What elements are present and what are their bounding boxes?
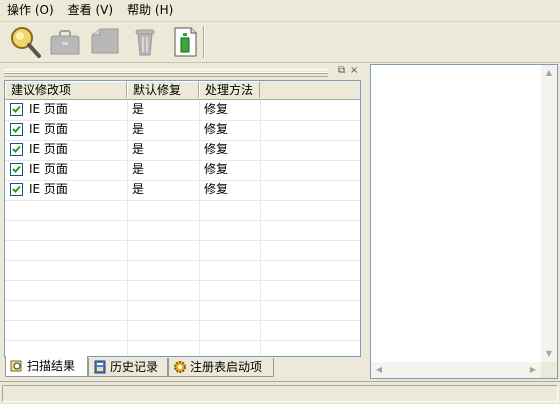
table-row (5, 340, 360, 356)
menu-help[interactable]: 帮助 (H) (120, 1, 180, 20)
status-pane (2, 385, 558, 402)
table-row (5, 240, 360, 261)
table-row[interactable]: IE 页面 是 修复 (5, 160, 360, 181)
table-row (5, 300, 360, 321)
table-row (5, 200, 360, 221)
tab-scan-results-label: 扫描结果 (27, 359, 76, 373)
menu-view-accel: (V) (95, 3, 114, 17)
tab-registry-startup[interactable]: 注册表启动项 (168, 358, 274, 377)
scroll-corner (541, 362, 557, 378)
table-row (5, 280, 360, 301)
scroll-left-icon[interactable]: ◀ (371, 362, 387, 378)
cell-default: 是 (132, 182, 145, 196)
header-default[interactable]: 默认修复 (127, 81, 199, 98)
menu-operation-label: 操作 (7, 3, 32, 17)
cell-item: IE 页面 (29, 142, 68, 156)
cell-default: 是 (132, 162, 145, 176)
panel-restore-icon[interactable]: ⧉ (338, 66, 345, 76)
repair-button[interactable] (48, 25, 82, 59)
tab-history-label: 历史记录 (110, 360, 159, 374)
cell-method: 修复 (204, 102, 229, 116)
menu-view[interactable]: 查看 (V) (61, 1, 120, 20)
cell-item: IE 页面 (29, 122, 68, 136)
cell-default: 是 (132, 102, 145, 116)
row-checkbox[interactable] (10, 143, 23, 156)
row-checkbox[interactable] (10, 103, 23, 116)
panel-close-icon[interactable]: × (350, 66, 358, 76)
cell-item: IE 页面 (29, 102, 68, 116)
cell-item: IE 页面 (29, 182, 68, 196)
checkmark-icon (12, 185, 21, 193)
cell-method: 修复 (204, 182, 229, 196)
tab-registry-startup-label: 注册表启动项 (190, 360, 263, 374)
menu-view-label: 查看 (67, 3, 92, 17)
cell-default: 是 (132, 142, 145, 156)
horizontal-scrollbar[interactable]: ◀ ▶ (371, 362, 541, 378)
scan-results-panel: ⧉ × 建议修改项 默认修复 处理方法 IE 页面是修复 IE 页面是修复 IE 页… (2, 64, 362, 357)
table-row[interactable]: IE 页面 是 修复 (5, 120, 360, 141)
results-list: 建议修改项 默认修复 处理方法 IE 页面是修复 IE 页面是修复 IE 页面是修复… (4, 80, 361, 357)
table-row (5, 260, 360, 281)
tab-history[interactable]: 历史记录 (88, 358, 168, 377)
menu-operation[interactable]: 操作 (O) (0, 1, 61, 20)
scroll-right-icon[interactable]: ▶ (525, 362, 541, 378)
status-bar (0, 381, 560, 404)
toolbar-separator (203, 26, 204, 58)
vertical-scrollbar[interactable]: ▲ ▼ (541, 65, 557, 362)
document-icon (174, 27, 197, 57)
gear-icon (174, 361, 186, 373)
row-checkbox[interactable] (10, 163, 23, 176)
detail-panel: ▲ ▼ ◀ ▶ (370, 64, 558, 379)
cell-item: IE 页面 (29, 162, 68, 176)
menu-operation-accel: (O) (34, 3, 54, 17)
toolbox-icon (50, 30, 80, 55)
panel-splitter[interactable] (363, 64, 369, 380)
history-icon (94, 360, 106, 374)
scan-button[interactable] (8, 25, 42, 59)
scroll-up-icon[interactable]: ▲ (541, 65, 557, 81)
cell-method: 修复 (204, 122, 229, 136)
table-row (5, 220, 360, 241)
table-row[interactable]: IE 页面 是 修复 (5, 180, 360, 201)
toolbar (0, 22, 560, 63)
delete-button[interactable] (128, 25, 162, 59)
magnifier-icon (11, 27, 41, 58)
row-checkbox[interactable] (10, 123, 23, 136)
table-row (5, 320, 360, 341)
row-checkbox[interactable] (10, 183, 23, 196)
result-tabs: 扫描结果 历史记录 注册表启动项 (2, 356, 362, 378)
checkmark-icon (12, 105, 21, 113)
menu-help-label: 帮助 (127, 3, 152, 17)
panel-grip[interactable] (4, 69, 328, 77)
scroll-down-icon[interactable]: ▼ (541, 346, 557, 362)
folder-icon (91, 28, 119, 54)
tab-scan-results[interactable]: 扫描结果 (5, 356, 88, 377)
cell-default: 是 (132, 122, 145, 136)
menu-help-accel: (H) (154, 3, 174, 17)
trash-icon (135, 29, 155, 56)
scan-results-icon (10, 360, 22, 372)
checkmark-icon (12, 165, 21, 173)
header-method[interactable]: 处理方法 (199, 81, 260, 98)
report-button[interactable] (168, 25, 202, 59)
checkmark-icon (12, 145, 21, 153)
cell-method: 修复 (204, 142, 229, 156)
list-header: 建议修改项 默认修复 处理方法 (5, 81, 360, 100)
menu-bar: 操作 (O) 查看 (V) 帮助 (H) (0, 0, 560, 22)
table-row[interactable]: IE 页面 是 修复 (5, 100, 360, 121)
cell-method: 修复 (204, 162, 229, 176)
table-row[interactable]: IE 页面 是 修复 (5, 140, 360, 161)
backup-button[interactable] (88, 25, 122, 59)
header-item[interactable]: 建议修改项 (5, 81, 127, 98)
checkmark-icon (12, 125, 21, 133)
